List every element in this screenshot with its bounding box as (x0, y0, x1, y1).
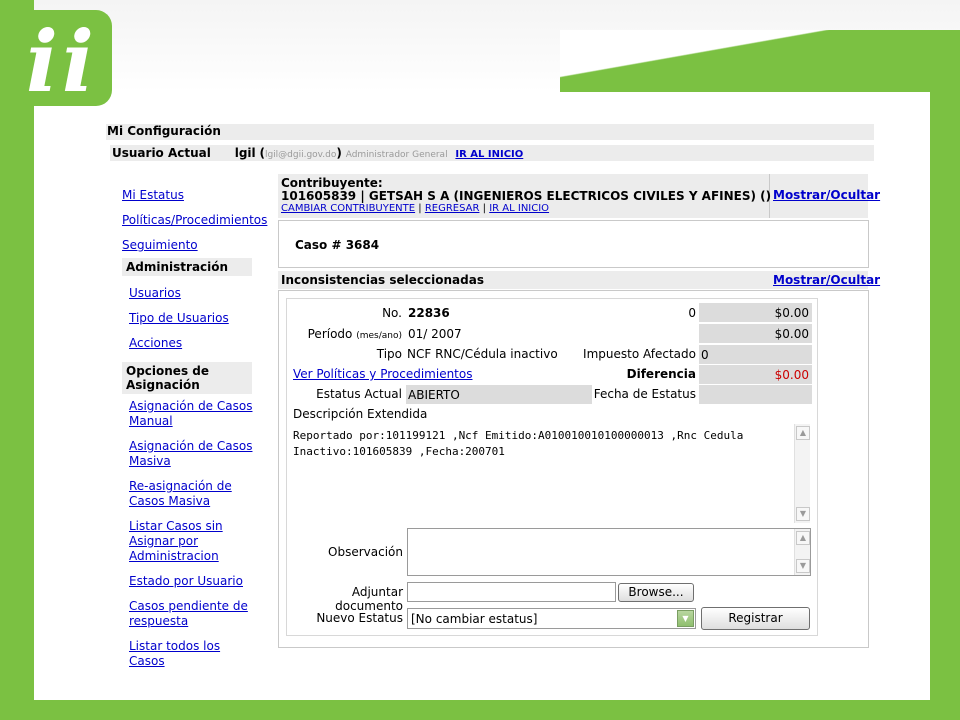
new-status-value: [No cambiar estatus] (411, 612, 538, 626)
taxpayer-toggle-link[interactable]: Mostrar/Ocultar (773, 188, 880, 202)
paren-close: ) (336, 146, 342, 160)
new-status-select[interactable]: [No cambiar estatus] ▼ (407, 608, 696, 629)
obs-label: Observación (328, 545, 403, 559)
diferencia-label: Diferencia (626, 367, 696, 381)
no-amount-right: $0.00 (774, 306, 809, 320)
obs-scroll-up-icon[interactable]: ▲ (796, 531, 810, 545)
user-label: Usuario Actual (112, 146, 211, 160)
sidebar-item-politicas[interactable]: Políticas/Procedimientos (122, 208, 267, 233)
no-label: No. (382, 306, 402, 320)
bottom-green-border (0, 700, 960, 720)
attach-label: Adjuntar documento (335, 585, 403, 613)
no-value: 22836 (408, 306, 450, 320)
period-value: 01/ 2007 (408, 327, 462, 341)
user-email: lgil@dgii.gov.do (264, 150, 337, 160)
sidebar-item-casos-pendiente[interactable]: Casos pendiente de respuesta (129, 599, 254, 629)
sidebar-item-estado-usuario[interactable]: Estado por Usuario (129, 574, 254, 589)
current-user: Usuario Actual lgil (lgil@dgii.gov.do) A… (112, 146, 523, 160)
section-title: Mi Configuración (107, 124, 221, 138)
status-date-cell (699, 385, 812, 404)
user-name: lgil (234, 146, 256, 160)
admin-section-title: Administración (122, 258, 252, 276)
sidebar-item-tipo-usuarios[interactable]: Tipo de Usuarios (129, 306, 229, 331)
inconsistencies-title: Inconsistencias seleccionadas (281, 273, 484, 287)
home-link[interactable]: IR AL INICIO (455, 149, 523, 160)
taxpayer-label: Contribuyente: (281, 176, 383, 190)
chevron-down-icon[interactable]: ▼ (677, 610, 694, 627)
taxpayer-value: 101605839 | GETSAH S A (INGENIEROS ELECT… (281, 189, 772, 203)
diferencia-value: $0.00 (774, 368, 809, 382)
user-role: Administrador General (345, 150, 448, 160)
assign-section-title: Opciones de Asignación (122, 362, 252, 394)
sidebar-item-asignacion-manual[interactable]: Asignación de Casos Manual (129, 399, 254, 429)
amount-cell-2: $0.00 (699, 324, 812, 343)
type-value: NCF RNC/Cédula inactivo (407, 347, 558, 361)
desc-textarea[interactable]: Reportado por:101199121 ,Ncf Emitido:A01… (290, 424, 810, 523)
admin-links: Usuarios Tipo de Usuarios Acciones (129, 281, 229, 356)
desc-label: Descripción Extendida (293, 407, 428, 421)
sidebar-top-links: Mi Estatus Políticas/Procedimientos Segu… (122, 183, 267, 258)
attach-file-input[interactable] (407, 582, 616, 602)
right-green-border (930, 30, 960, 720)
sidebar-item-usuarios[interactable]: Usuarios (129, 281, 229, 306)
no-amount-left: 0 (688, 306, 696, 320)
register-button[interactable]: Registrar (701, 607, 810, 630)
status-value: ABIERTO (408, 388, 460, 402)
sidebar-item-listar-todos[interactable]: Listar todos los Casos (129, 639, 254, 669)
desc-scrollbar[interactable]: ▲ ▼ (794, 424, 810, 523)
inconsistencies-toggle-link[interactable]: Mostrar/Ocultar (773, 273, 880, 287)
taxpayer-links: CAMBIAR CONTRIBUYENTE | REGRESAR | IR AL… (281, 203, 549, 214)
obs-scroll-down-icon[interactable]: ▼ (796, 559, 810, 573)
change-taxpayer-link[interactable]: CAMBIAR CONTRIBUYENTE (281, 203, 415, 214)
new-status-label: Nuevo Estatus (316, 611, 403, 625)
browse-button[interactable]: Browse... (618, 583, 694, 602)
sep-1: | (418, 203, 422, 214)
impuesto-cell: 0 (699, 345, 812, 364)
sidebar-item-seguimiento[interactable]: Seguimiento (122, 233, 267, 258)
status-date-label: Fecha de Estatus (593, 387, 696, 401)
assign-links: Asignación de Casos Manual Asignación de… (129, 399, 254, 669)
observation-textarea[interactable]: ▲ ▼ (407, 528, 811, 576)
status-cell: ABIERTO (406, 385, 592, 404)
diferencia-cell: $0.00 (699, 365, 812, 384)
sep-2: | (482, 203, 487, 214)
impuesto-label: Impuesto Afectado (583, 347, 696, 361)
sidebar-item-reasignacion-masiva[interactable]: Re-asignación de Casos Masiva (129, 479, 254, 509)
sidebar-item-listar-sin-asignar[interactable]: Listar Casos sin Asignar por Administrac… (129, 519, 254, 564)
obs-scrollbar[interactable]: ▲ ▼ (794, 529, 810, 575)
back-link[interactable]: REGRESAR (425, 203, 480, 214)
status-label: Estatus Actual (316, 387, 402, 401)
type-label: Tipo (376, 347, 402, 361)
logo-i2-icon: i (62, 12, 94, 111)
case-title: Caso # 3684 (295, 238, 380, 252)
period-label: Período (307, 327, 353, 341)
period-amount: $0.00 (774, 327, 809, 341)
logo: i i (18, 10, 112, 106)
scroll-up-icon[interactable]: ▲ (796, 426, 810, 440)
config-bar (106, 124, 874, 140)
logo-i-icon: i (26, 12, 58, 111)
sidebar-item-acciones[interactable]: Acciones (129, 331, 229, 356)
period-label-wrap: Período (mes/ano) (286, 327, 402, 341)
policies-link[interactable]: Ver Políticas y Procedimientos (293, 367, 472, 381)
impuesto-value: 0 (701, 348, 709, 362)
scroll-down-icon[interactable]: ▼ (796, 507, 810, 521)
case-panel: Caso # 3684 (278, 220, 869, 268)
amount-cell-1: $0.00 (699, 303, 812, 322)
top-green-band (560, 30, 960, 92)
sidebar-item-mi-estatus[interactable]: Mi Estatus (122, 183, 267, 208)
sidebar-item-asignacion-masiva[interactable]: Asignación de Casos Masiva (129, 439, 254, 469)
period-hint: (mes/ano) (356, 331, 402, 341)
desc-text: Reportado por:101199121 ,Ncf Emitido:A01… (293, 429, 744, 458)
taxpayer-home-link[interactable]: IR AL INICIO (489, 203, 549, 214)
